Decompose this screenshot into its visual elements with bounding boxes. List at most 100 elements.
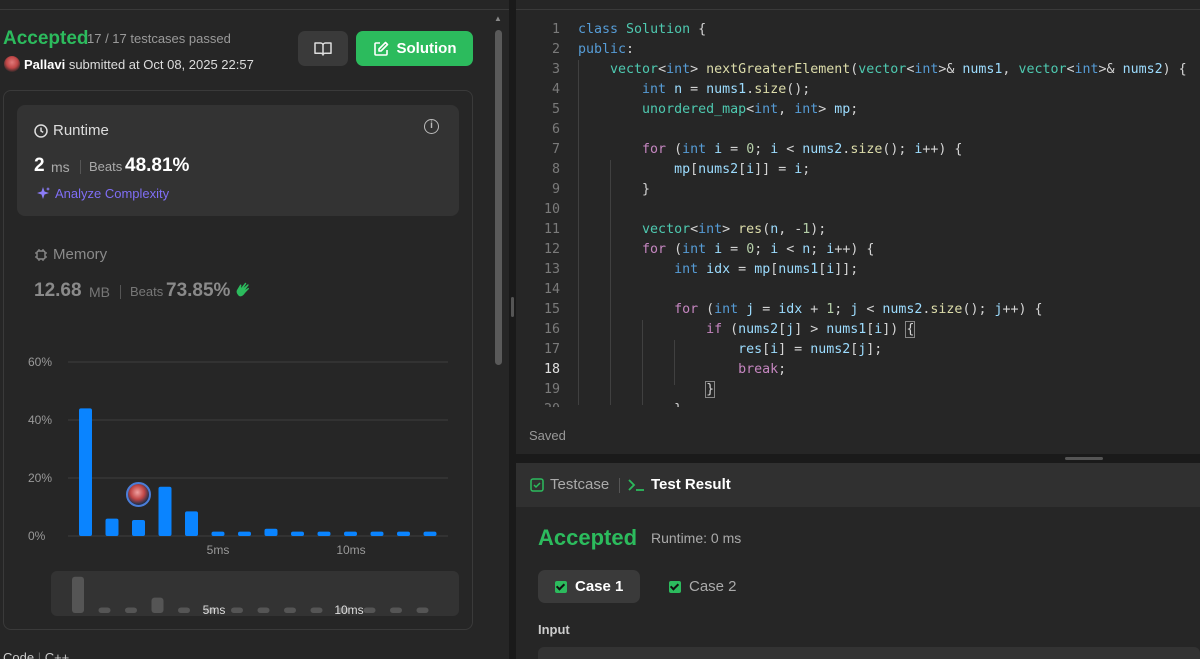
line-number: 16 — [543, 322, 560, 337]
runtime-beats-value: 48.81% — [125, 155, 190, 176]
input-label: Input — [538, 622, 570, 637]
editorial-button[interactable] — [298, 31, 348, 66]
saved-status: Saved — [529, 428, 566, 443]
clap-icon — [234, 281, 252, 304]
checkbox-icon — [530, 477, 544, 492]
code-line[interactable]: res[i] = nums2[j]; — [578, 340, 882, 360]
line-number: 9 — [551, 182, 560, 197]
result-status: Accepted — [538, 525, 638, 550]
y-tick-label: 60% — [28, 355, 52, 369]
chart-bar[interactable] — [423, 531, 437, 536]
editor-top-divider — [516, 9, 1200, 10]
code-line[interactable]: vector<int> nextGreaterElement(vector<in… — [578, 60, 1187, 80]
code-line[interactable]: unordered_map<int, int> mp; — [578, 100, 858, 120]
line-number: 17 — [543, 342, 560, 357]
solution-label: Solution — [396, 40, 457, 57]
line-number: 1 — [551, 22, 560, 37]
chart-bar[interactable] — [132, 520, 145, 536]
chip-icon — [35, 248, 47, 261]
memory-title[interactable]: Memory — [34, 246, 107, 263]
chart-bar[interactable] — [158, 486, 172, 536]
code-line[interactable]: } — [578, 180, 650, 200]
edit-icon — [373, 41, 388, 56]
line-number: 13 — [543, 262, 560, 277]
code-editor[interactable]: 1 class Solution { 2 public: 3 vector<int>… — [516, 0, 1200, 454]
chart-bar[interactable] — [185, 511, 198, 536]
code-line[interactable]: } — [578, 400, 682, 407]
splitter-grip-icon[interactable] — [511, 297, 514, 317]
top-divider — [0, 9, 509, 10]
y-tick-label: 40% — [28, 413, 52, 427]
analyze-complexity-link[interactable]: Analyze Complexity — [36, 186, 169, 201]
vertical-splitter[interactable] — [509, 0, 516, 659]
line-number: 6 — [551, 122, 560, 137]
chart-bar[interactable] — [317, 531, 331, 536]
code-language-bar: Code | C++ — [3, 650, 69, 659]
range-tick-label: 5ms — [203, 603, 226, 616]
code-line[interactable]: break; — [578, 360, 786, 380]
case-1-tab[interactable]: Case 1 — [538, 570, 641, 603]
runtime-beats-label: Beats — [89, 159, 123, 174]
chart-bar[interactable] — [370, 531, 384, 536]
range-bar — [98, 607, 111, 613]
line-number: 2 — [551, 42, 560, 57]
separator — [80, 160, 81, 174]
scroll-up-icon[interactable]: ▲ — [494, 14, 502, 23]
user-marker-avatar[interactable] — [126, 482, 151, 507]
code-line[interactable]: int idx = mp[nums1[i]]; — [578, 260, 858, 280]
y-tick-label: 0% — [28, 529, 46, 543]
code-line[interactable]: mp[nums2[i]] = i; — [578, 160, 810, 180]
tab-testcase-label: Testcase — [550, 476, 610, 493]
line-number: 19 — [543, 382, 560, 397]
info-icon[interactable]: i — [424, 119, 439, 134]
tab-test-result[interactable]: Test Result — [627, 476, 731, 493]
code-line[interactable]: for (int i = 0; i < n; i++) { — [578, 240, 874, 260]
chart-bar[interactable] — [105, 518, 119, 536]
range-tick-label: 10ms — [334, 603, 363, 616]
analyze-label: Analyze Complexity — [55, 186, 170, 201]
submitted-time: submitted at Oct 08, 2025 22:57 — [68, 57, 254, 72]
range-bar — [151, 597, 164, 613]
chart-bar[interactable] — [344, 531, 357, 536]
tab-separator — [619, 478, 620, 493]
runtime-distribution-chart: 60% 40% 20% 0% 5ms 10ms — [28, 355, 448, 557]
code-line[interactable]: vector<int> res(n, -1); — [578, 220, 826, 240]
avatar[interactable] — [4, 56, 20, 72]
code-line[interactable]: class Solution { — [578, 20, 706, 40]
code-line[interactable]: if (nums2[j] > nums1[i]) { — [578, 320, 916, 340]
result-runtime: Runtime: 0 ms — [651, 530, 742, 546]
line-number: 20 — [536, 400, 560, 407]
x-tick-label: 5ms — [207, 543, 230, 557]
check-icon — [555, 580, 567, 593]
separator — [120, 285, 121, 299]
check-icon — [669, 580, 681, 593]
code-line[interactable]: for (int i = 0; i < nums2.size(); i++) { — [578, 140, 962, 160]
case-1-label: Case 1 — [575, 578, 624, 595]
memory-beats-value: 73.85% — [166, 280, 231, 301]
line-number: 15 — [543, 302, 560, 317]
clock-icon — [34, 123, 48, 138]
code-line[interactable]: for (int j = idx + 1; j < nums2.size(); … — [578, 300, 1042, 320]
scrollbar-thumb[interactable] — [495, 30, 502, 365]
line-number: 3 — [551, 62, 560, 77]
horizontal-splitter-grip[interactable] — [1065, 457, 1103, 460]
code-line[interactable]: int n = nums1.size(); — [578, 80, 810, 100]
input-box[interactable] — [538, 647, 1200, 659]
chart-bar[interactable] — [291, 531, 304, 536]
left-scrollbar[interactable]: ▲ — [493, 10, 503, 655]
lang-label: C++ — [44, 650, 70, 659]
username[interactable]: Pallavi — [24, 57, 65, 72]
tab-testcase[interactable]: Testcase — [530, 476, 609, 493]
chart-bar[interactable] — [264, 528, 278, 536]
code-line[interactable]: } — [578, 380, 716, 400]
line-number: 8 — [551, 162, 560, 177]
case-2-tab[interactable]: Case 2 — [652, 570, 754, 603]
chart-bar[interactable] — [397, 531, 410, 536]
solution-button[interactable]: Solution — [356, 31, 473, 66]
chart-bar[interactable] — [238, 531, 251, 536]
chart-bar[interactable] — [79, 408, 92, 536]
y-tick-label: 20% — [28, 471, 52, 485]
range-selector[interactable]: 5ms 10ms — [51, 571, 459, 617]
code-line[interactable]: public: — [578, 40, 634, 60]
chart-bar[interactable] — [211, 531, 225, 536]
